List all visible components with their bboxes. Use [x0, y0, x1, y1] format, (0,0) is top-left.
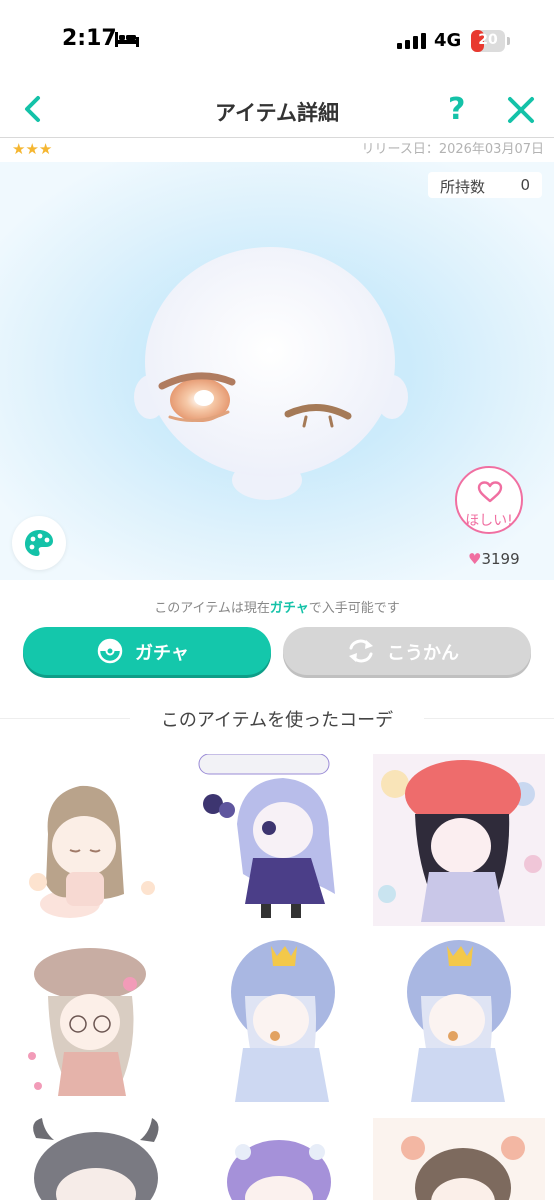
release-date: リリース日：2026年03月07日: [361, 142, 544, 157]
coord-image: [33, 1118, 159, 1200]
coord-image: [227, 1140, 331, 1200]
want-button[interactable]: ほしい!: [455, 466, 523, 534]
exchange-icon: [349, 639, 373, 663]
network-type: 4G: [434, 30, 462, 51]
coord-thumbnail[interactable]: [191, 1118, 363, 1200]
trade-button[interactable]: こうかん: [283, 627, 531, 675]
close-icon[interactable]: [506, 95, 536, 125]
coord-thumbnail[interactable]: [373, 936, 545, 1108]
want-label: ほしい!: [465, 513, 513, 529]
want-count-row: ♥3199: [468, 550, 520, 568]
coord-image: [401, 1136, 525, 1200]
gacha-icon: [97, 638, 123, 664]
availability-suffix: で入手可能です: [308, 601, 400, 616]
palette-button[interactable]: [12, 516, 66, 570]
coord-thumbnail[interactable]: [191, 754, 363, 926]
status-bar: 2:17 4G 20: [0, 0, 554, 80]
item-preview: 所持数 0 ほしい! ♥3199: [0, 162, 554, 580]
coord-image: [28, 948, 146, 1096]
section-divider-right: [424, 718, 554, 719]
rarity-stars: ★★★: [12, 140, 53, 158]
coord-image: [29, 785, 155, 918]
coord-thumbnail[interactable]: [8, 1118, 180, 1200]
coord-image: [198, 754, 335, 918]
small-heart-icon: ♥: [468, 550, 482, 568]
palette-icon: [25, 530, 53, 556]
trade-label: こうかん: [387, 643, 459, 664]
page-title: アイテム詳細: [215, 101, 339, 125]
gacha-button[interactable]: ガチャ: [23, 627, 271, 675]
want-count: 3199: [481, 550, 520, 568]
help-icon[interactable]: ?: [448, 92, 465, 127]
coord-image: [231, 940, 335, 1102]
coord-thumbnail[interactable]: [8, 754, 180, 926]
coord-image: [407, 940, 511, 1102]
header-bar: アイテム詳細 ?: [0, 80, 554, 138]
owned-count: 0: [520, 176, 530, 194]
gacha-label: ガチャ: [135, 643, 189, 664]
battery-indicator: 20: [471, 30, 505, 52]
availability-note: このアイテムは現在ガチャで入手可能です: [0, 597, 554, 616]
battery-level: 20: [478, 32, 498, 48]
owned-label: 所持数: [440, 178, 486, 196]
heart-icon: [477, 481, 503, 503]
availability-highlight[interactable]: ガチャ: [270, 601, 309, 616]
coord-thumbnail[interactable]: [8, 936, 180, 1108]
signal-icon: [397, 33, 426, 49]
bed-icon: [115, 32, 139, 47]
coord-thumbnail[interactable]: [191, 936, 363, 1108]
battery-cap: [507, 37, 510, 45]
coords-section-title: このアイテムを使ったコーデ: [160, 710, 394, 731]
status-time: 2:17: [62, 26, 117, 51]
avatar-face-preview: [134, 247, 408, 500]
owned-count-box: 所持数 0: [428, 172, 542, 198]
coord-thumbnail[interactable]: [373, 1118, 545, 1200]
coord-image: [378, 760, 542, 922]
coord-thumbnail[interactable]: [373, 754, 545, 926]
availability-prefix: このアイテムは現在: [154, 601, 270, 616]
